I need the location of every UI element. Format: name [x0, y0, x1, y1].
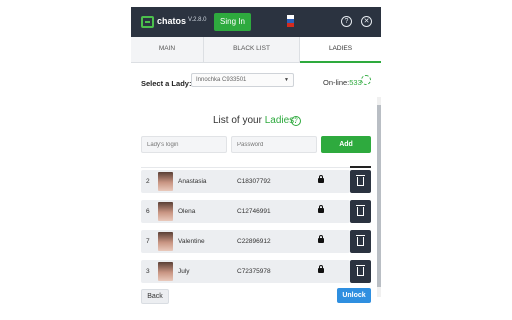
sign-in-button[interactable]: Sing In	[214, 13, 251, 31]
delete-button[interactable]	[350, 200, 371, 223]
top-bar: chatos V.2.8.0 Sing In ? ✕	[131, 7, 381, 37]
lady-select-value: Innochka C933501	[196, 77, 247, 83]
help-icon[interactable]: ?	[341, 16, 352, 27]
tab-main[interactable]: MAIN	[131, 37, 204, 63]
trash-icon	[356, 205, 365, 216]
list-divider	[141, 167, 371, 168]
lock-icon[interactable]	[318, 205, 324, 213]
version-label: V.2.8.0	[188, 17, 207, 23]
lady-row-name: July	[178, 268, 190, 275]
avatar	[158, 262, 173, 281]
info-icon[interactable]: ?	[291, 116, 301, 126]
lady-row-number: 2	[146, 178, 150, 185]
avatar	[158, 232, 173, 251]
list-title: List of your Ladies:	[213, 115, 297, 126]
lady-row-code: C12746991	[237, 208, 271, 215]
lady-row-name: Anastasia	[178, 178, 207, 185]
online-label: On-line:	[323, 78, 350, 87]
avatar	[158, 202, 173, 221]
chat-logo-icon	[141, 16, 154, 28]
trash-icon	[356, 265, 365, 276]
back-button[interactable]: Back	[141, 289, 169, 304]
lady-row-code: C18307792	[237, 178, 271, 185]
loading-spinner-icon	[361, 75, 371, 85]
lady-row[interactable]: 3 July C72375978	[141, 260, 350, 283]
online-status: On-line:533	[323, 78, 362, 87]
trash-icon	[356, 175, 365, 186]
lady-row-name: Valentine	[178, 238, 205, 245]
lady-row-number: 3	[146, 268, 150, 275]
lady-row-code: C22896912	[237, 238, 271, 245]
lady-row[interactable]: 7 Valentine C22896912	[141, 230, 350, 253]
lady-row-number: 7	[146, 238, 150, 245]
lady-row[interactable]: 6 Olena C12746991	[141, 200, 350, 223]
lady-row-code: C72375978	[237, 268, 271, 275]
extension-panel: chatos V.2.8.0 Sing In ? ✕ MAIN BLACK LI…	[131, 7, 381, 313]
list-divider-accent	[350, 166, 371, 168]
delete-button[interactable]	[350, 230, 371, 253]
lock-icon[interactable]	[318, 175, 324, 183]
delete-button[interactable]	[350, 260, 371, 283]
password-input[interactable]	[231, 136, 317, 153]
brand-name: chatos	[157, 16, 187, 26]
avatar	[158, 172, 173, 191]
lady-row[interactable]: 2 Anastasia C18307792	[141, 170, 350, 193]
tab-bar: MAIN BLACK LIST LADIES	[131, 37, 381, 63]
unlock-button[interactable]: Unlock	[337, 288, 371, 303]
lady-select[interactable]: Innochka C933501 ▼	[191, 73, 294, 87]
ru-flag-icon[interactable]	[287, 15, 294, 27]
select-lady-label: Select a Lady:	[141, 79, 192, 88]
lady-row-number: 6	[146, 208, 150, 215]
chevron-down-icon: ▼	[284, 77, 289, 83]
online-count: 533	[349, 78, 362, 87]
lady-row-name: Olena	[178, 208, 196, 215]
lock-icon[interactable]	[318, 265, 324, 273]
lock-icon[interactable]	[318, 235, 324, 243]
close-icon[interactable]: ✕	[361, 16, 372, 27]
tab-ladies[interactable]: LADIES	[300, 37, 381, 63]
scrollbar-thumb[interactable]	[377, 105, 381, 287]
trash-icon	[356, 235, 365, 246]
lady-login-input[interactable]	[141, 136, 227, 153]
tab-black-list[interactable]: BLACK LIST	[204, 37, 300, 63]
list-title-prefix: List of your	[213, 115, 265, 126]
add-button[interactable]: Add	[321, 136, 371, 153]
delete-button[interactable]	[350, 170, 371, 193]
